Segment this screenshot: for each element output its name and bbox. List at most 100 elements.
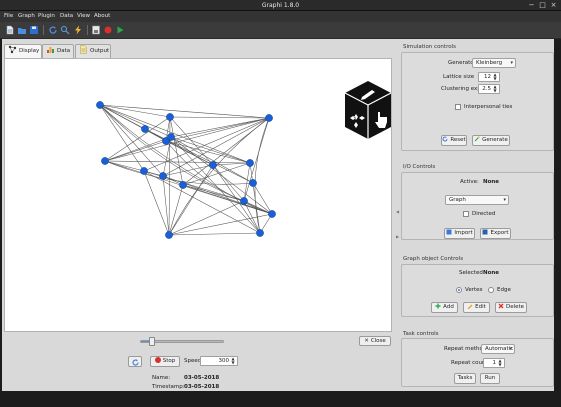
graph-vertex[interactable] <box>167 133 175 141</box>
io-type-select[interactable]: Graph ▾ <box>445 195 509 205</box>
menu-graph[interactable]: Graph <box>18 13 35 19</box>
spinner-arrows-icon[interactable]: ▲ ▼ <box>230 357 236 365</box>
graph-vertex[interactable] <box>141 125 149 133</box>
task-panel: Repeat method Automatic ▾ Repeat count 1… <box>401 338 554 387</box>
graph-edge[interactable] <box>170 117 270 138</box>
spinner-arrows-icon[interactable]: ▲ ▼ <box>497 359 503 367</box>
new-file-icon[interactable] <box>5 25 15 35</box>
save-icon[interactable] <box>29 25 39 35</box>
lightning-icon[interactable] <box>73 25 83 35</box>
tasks-button[interactable]: Tasks <box>454 373 476 384</box>
generate-button[interactable]: Generate <box>472 135 510 146</box>
maximize-button[interactable]: □ <box>538 1 547 9</box>
graph-vertex[interactable] <box>246 159 254 167</box>
delete-button[interactable]: Delete <box>495 302 527 313</box>
stop-button[interactable]: Stop <box>150 356 180 367</box>
graph-vertex[interactable] <box>249 179 257 187</box>
edge-radio[interactable] <box>488 287 494 293</box>
main-window: Display Data Output ✕ Close Stop Speed 3… <box>2 39 554 391</box>
graph-edge[interactable] <box>169 116 184 186</box>
speed-spinner[interactable]: 300 ▲ ▼ <box>200 356 238 366</box>
timestamp-value: 03-05-2018 <box>184 384 220 390</box>
graph-vertex[interactable] <box>209 161 217 169</box>
graph-edge[interactable] <box>169 116 270 119</box>
graph-edge[interactable] <box>212 164 245 202</box>
run-button[interactable]: Run <box>480 373 500 384</box>
edit-mode-cube-icon[interactable] <box>343 79 393 141</box>
graph-edge[interactable] <box>168 184 184 236</box>
menu-plugin[interactable]: Plugin <box>38 13 55 19</box>
graph-vertex[interactable] <box>96 101 104 109</box>
interpersonal-ties-checkbox[interactable] <box>455 104 461 110</box>
graph-vertex[interactable] <box>165 231 173 239</box>
graph-vertex[interactable] <box>140 167 148 175</box>
generator-select[interactable]: Kleinberg ▾ <box>472 58 516 68</box>
close-button-label: Close <box>370 338 386 344</box>
menu-view[interactable]: View <box>77 13 90 19</box>
panel-splitter[interactable]: ◀ ▶ <box>394 41 401 391</box>
dropdown-arrow-icon: ▾ <box>509 346 512 352</box>
graph-edge[interactable] <box>143 170 245 202</box>
network-graph[interactable] <box>5 59 391 331</box>
close-window-button[interactable]: × <box>549 1 558 9</box>
spinner-arrows-icon[interactable]: ▲ ▼ <box>492 85 498 93</box>
import-button[interactable]: Import <box>444 228 475 239</box>
graph-vertex[interactable] <box>166 113 174 121</box>
tab-output[interactable]: Output <box>75 44 111 58</box>
repeat-count-spinner[interactable]: 1 ▲ ▼ <box>483 358 505 368</box>
graph-edge[interactable] <box>168 200 245 236</box>
graph-edge[interactable] <box>99 104 273 215</box>
record-icon[interactable] <box>103 25 113 35</box>
graph-edge[interactable] <box>170 136 273 215</box>
timeline-slider-thumb[interactable] <box>148 337 155 346</box>
refresh-icon[interactable] <box>48 25 58 35</box>
directed-label: Directed <box>472 211 496 217</box>
graph-vertex[interactable] <box>268 210 276 218</box>
tab-display[interactable]: Display <box>4 44 42 59</box>
graph-vertex[interactable] <box>256 229 264 237</box>
graph-edge[interactable] <box>162 175 170 236</box>
edit-label: Edit <box>475 304 486 310</box>
spinner-arrows-icon[interactable]: ▲ ▼ <box>492 73 498 81</box>
save-image-icon[interactable] <box>91 25 101 35</box>
graph-vertex[interactable] <box>101 157 109 165</box>
menu-about[interactable]: About <box>94 13 110 19</box>
directed-checkbox[interactable] <box>463 211 469 217</box>
play-icon[interactable] <box>115 25 125 35</box>
open-folder-icon[interactable] <box>17 25 27 35</box>
graph-edge[interactable] <box>99 104 270 119</box>
close-icon: ✕ <box>364 338 369 344</box>
tab-data[interactable]: Data <box>42 44 74 58</box>
graph-vertex[interactable] <box>159 172 167 180</box>
graph-edge[interactable] <box>165 140 273 215</box>
menu-file[interactable]: File <box>4 13 13 19</box>
clustering-exp-spinner[interactable]: 2.5 ▲ ▼ <box>478 84 500 94</box>
graph-vertex[interactable] <box>240 197 248 205</box>
io-panel: Active: None Graph ▾ Directed Import Exp… <box>401 172 554 240</box>
lattice-size-spinner[interactable]: 12 ▲ ▼ <box>478 72 500 82</box>
replay-button[interactable] <box>128 356 142 367</box>
reset-button[interactable]: Reset <box>441 135 467 146</box>
graph-edge[interactable] <box>144 128 214 166</box>
graph-vertex[interactable] <box>265 114 273 122</box>
add-button[interactable]: Add <box>431 302 458 313</box>
search-icon[interactable] <box>60 25 70 35</box>
graph-canvas[interactable] <box>4 58 392 332</box>
close-button[interactable]: ✕ Close <box>359 336 391 346</box>
graph-edge[interactable] <box>168 232 261 236</box>
graph-edge[interactable] <box>104 116 171 162</box>
graph-vertex[interactable] <box>179 181 187 189</box>
graph-edge[interactable] <box>182 184 273 215</box>
graph-edge[interactable] <box>243 162 251 202</box>
graph-edge[interactable] <box>143 170 170 236</box>
graph-edge[interactable] <box>254 117 270 234</box>
vertex-radio[interactable] <box>456 287 462 293</box>
graph-edge[interactable] <box>104 136 172 162</box>
graph-edge[interactable] <box>99 104 164 177</box>
repeat-method-select[interactable]: Automatic ▾ <box>481 344 515 354</box>
export-button[interactable]: Export <box>480 228 511 239</box>
edit-button[interactable]: Edit <box>463 302 490 313</box>
graph-edge[interactable] <box>104 160 251 164</box>
minimize-button[interactable]: − <box>527 1 536 9</box>
menu-data[interactable]: Data <box>60 13 73 19</box>
